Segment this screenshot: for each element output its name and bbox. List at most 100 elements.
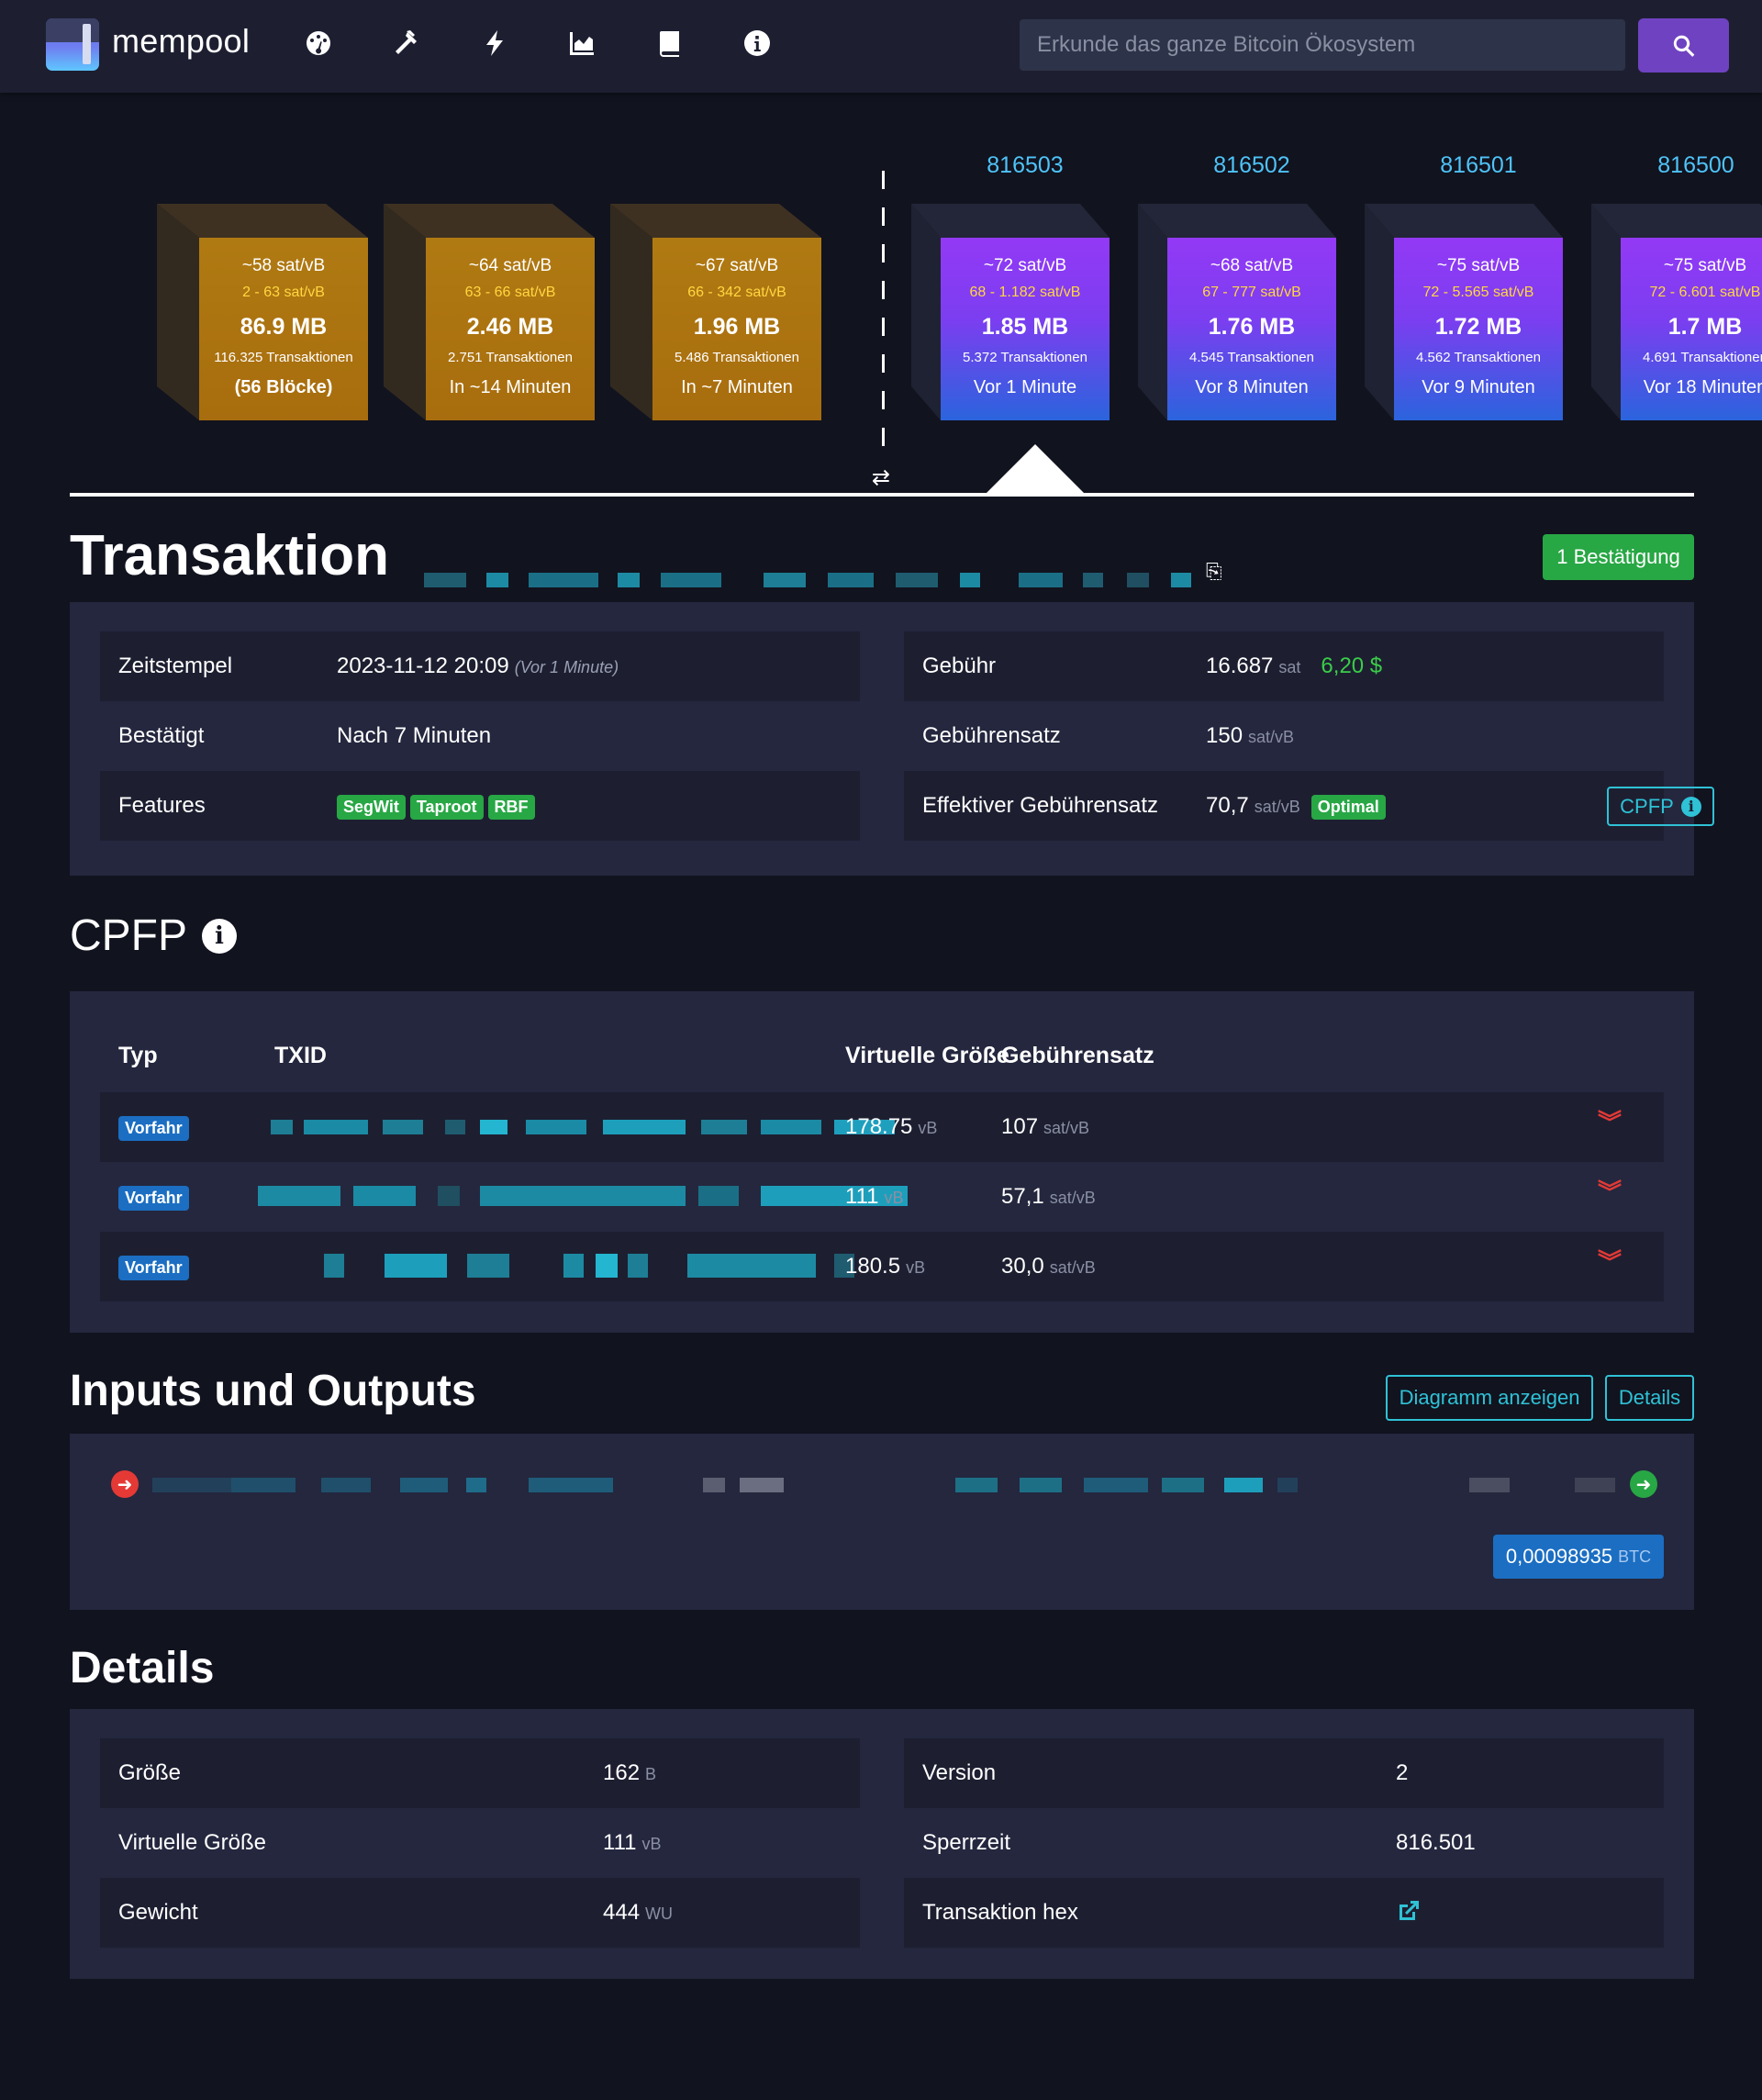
feerate-value: 57,1 (1001, 1184, 1044, 1209)
block-tx-count: 4.562 Transaktionen (1416, 350, 1541, 365)
io-title: Inputs und Outputs (70, 1367, 476, 1415)
mempool-block[interactable]: ~64 sat/vB 63 - 66 sat/vB 2.46 MB 2.751 … (384, 204, 595, 420)
mined-block[interactable]: ~68 sat/vB 67 - 777 sat/vB 1.76 MB 4.545… (1125, 204, 1336, 420)
blockchain-baseline (70, 493, 1694, 497)
chevron-double-down-icon[interactable]: ︾ (1598, 1180, 1622, 1204)
output-amount[interactable]: 0,00098935 BTC (1493, 1535, 1664, 1579)
block-fee: ~72 sat/vB (983, 256, 1067, 275)
mempool-divider (882, 244, 885, 262)
block-height-link[interactable]: 816503 (941, 152, 1110, 179)
mempool-divider (882, 207, 885, 226)
redacted-block (480, 1186, 686, 1206)
feerate-unit: sat/vB (1049, 1189, 1096, 1207)
search-input[interactable] (1020, 19, 1625, 71)
block-fee: ~75 sat/vB (1436, 256, 1521, 275)
block-fee: ~67 sat/vB (695, 256, 779, 275)
input-arrow-icon[interactable]: ➜ (111, 1470, 139, 1498)
feerate-value: 30,0 (1001, 1254, 1044, 1279)
fee-value: 16.687 (1206, 653, 1274, 678)
chevron-double-down-icon[interactable]: ︾ (1598, 1111, 1622, 1134)
timestamp-row: Zeitstempel 2023-11-12 20:09 (Vor 1 Minut… (100, 631, 860, 701)
block-fee: ~68 sat/vB (1210, 256, 1294, 275)
search-button[interactable] (1638, 18, 1729, 73)
redacted-block (271, 1120, 293, 1134)
hammer-icon[interactable] (390, 28, 421, 59)
block-size: 1.76 MB (1208, 314, 1296, 340)
locktime-row: Sperrzeit 816.501 (904, 1808, 1664, 1878)
cpfp-button[interactable]: CPFP i (1607, 787, 1714, 826)
segwit-badge[interactable]: SegWit (337, 794, 406, 820)
info-icon[interactable]: i (202, 919, 237, 954)
vsize-value: 111 (603, 1830, 637, 1855)
mempool-block[interactable]: ~67 sat/vB 66 - 342 sat/vB 1.96 MB 5.486… (610, 204, 821, 420)
block-height-link[interactable]: 816502 (1167, 152, 1336, 179)
redacted-block (1277, 1478, 1298, 1492)
mempool-block[interactable]: ~58 sat/vB 2 - 63 sat/vB 86.9 MB 116.325… (157, 204, 368, 420)
output-arrow-icon[interactable]: ➜ (1630, 1470, 1657, 1498)
mined-block[interactable]: ~72 sat/vB 68 - 1.182 sat/vB 1.85 MB 5.3… (898, 204, 1110, 420)
redacted-block (1019, 573, 1063, 587)
taproot-badge[interactable]: Taproot (409, 794, 484, 820)
io-panel: ➜ ➜ 0,00098935 BTC (70, 1434, 1694, 1610)
feerate-unit: sat/vB (1248, 728, 1295, 746)
redacted-block (467, 1254, 509, 1278)
mempool-divider (882, 318, 885, 336)
docs-icon[interactable] (654, 28, 686, 59)
tx-hex-label: Transaktion hex (922, 1900, 1078, 1925)
block-fee-range: 72 - 5.565 sat/vB (1422, 285, 1534, 300)
ancestor-badge: Vorfahr (118, 1185, 189, 1211)
details-button[interactable]: Details (1605, 1375, 1694, 1421)
block-time: (56 Blöcke) (234, 377, 333, 397)
version-label: Version (922, 1760, 997, 1785)
confirmed-row: Bestätigt Nach 7 Minuten (100, 701, 860, 771)
feerate-value: 150 (1206, 723, 1243, 748)
redacted-block (701, 1120, 747, 1134)
dashboard-icon[interactable] (303, 28, 334, 59)
rbf-badge[interactable]: RBF (487, 794, 535, 820)
block-height-link[interactable]: 816500 (1611, 152, 1762, 179)
block-time: Vor 8 Minuten (1195, 377, 1309, 397)
chevron-double-down-icon[interactable]: ︾ (1598, 1250, 1622, 1274)
diagram-button[interactable]: Diagramm anzeigen (1386, 1375, 1593, 1421)
version-value: 2 (1396, 1760, 1409, 1785)
timestamp-label: Zeitstempel (118, 653, 233, 678)
block-size: 86.9 MB (240, 314, 328, 340)
swap-arrows-icon[interactable]: ⇄ (872, 464, 890, 491)
page-title: Transaktion (70, 524, 389, 587)
mined-block[interactable]: ~75 sat/vB 72 - 6.601 sat/vB 1.7 MB 4.69… (1578, 204, 1762, 420)
graphs-icon[interactable] (566, 28, 597, 59)
mined-block[interactable]: ~75 sat/vB 72 - 5.565 sat/vB 1.72 MB 4.5… (1352, 204, 1563, 420)
vsize-unit: vB (641, 1835, 662, 1853)
redacted-block (1575, 1478, 1615, 1492)
feerate-row: Gebührensatz 150 sat/vB (904, 701, 1664, 771)
size-value: 162 (603, 1760, 641, 1785)
redacted-block (466, 1478, 486, 1492)
redacted-block (152, 1478, 235, 1492)
weight-row: Gewicht 444 WU (100, 1878, 860, 1948)
lightning-icon[interactable] (479, 28, 510, 59)
size-unit: B (645, 1765, 657, 1783)
external-link-icon[interactable] (1396, 1898, 1422, 1930)
locktime-label: Sperrzeit (922, 1830, 1011, 1855)
block-fee: ~75 sat/vB (1663, 256, 1747, 275)
brand-name[interactable]: mempool (112, 22, 250, 61)
redacted-block (1162, 1478, 1204, 1492)
redacted-block (1084, 1478, 1148, 1492)
redacted-block (828, 573, 874, 587)
block-fee-range: 67 - 777 sat/vB (1202, 285, 1301, 300)
redacted-block (445, 1120, 465, 1134)
block-height-link[interactable]: 816501 (1394, 152, 1563, 179)
redacted-block (955, 1478, 998, 1492)
about-icon[interactable] (742, 28, 773, 59)
fee-fiat[interactable]: 6,20 $ (1321, 653, 1382, 678)
redacted-block (1127, 573, 1149, 587)
block-tx-count: 4.691 Transaktionen (1643, 350, 1762, 365)
copy-icon[interactable]: ⎘ (1206, 560, 1222, 584)
block-fee-range: 2 - 63 sat/vB (242, 285, 325, 300)
redacted-block (703, 1478, 725, 1492)
redacted-block (687, 1254, 816, 1278)
redacted-block (563, 1254, 584, 1278)
redacted-block (1171, 573, 1191, 587)
timestamp-value: 2023-11-12 20:09 (337, 653, 509, 678)
mempool-logo[interactable] (46, 18, 99, 71)
